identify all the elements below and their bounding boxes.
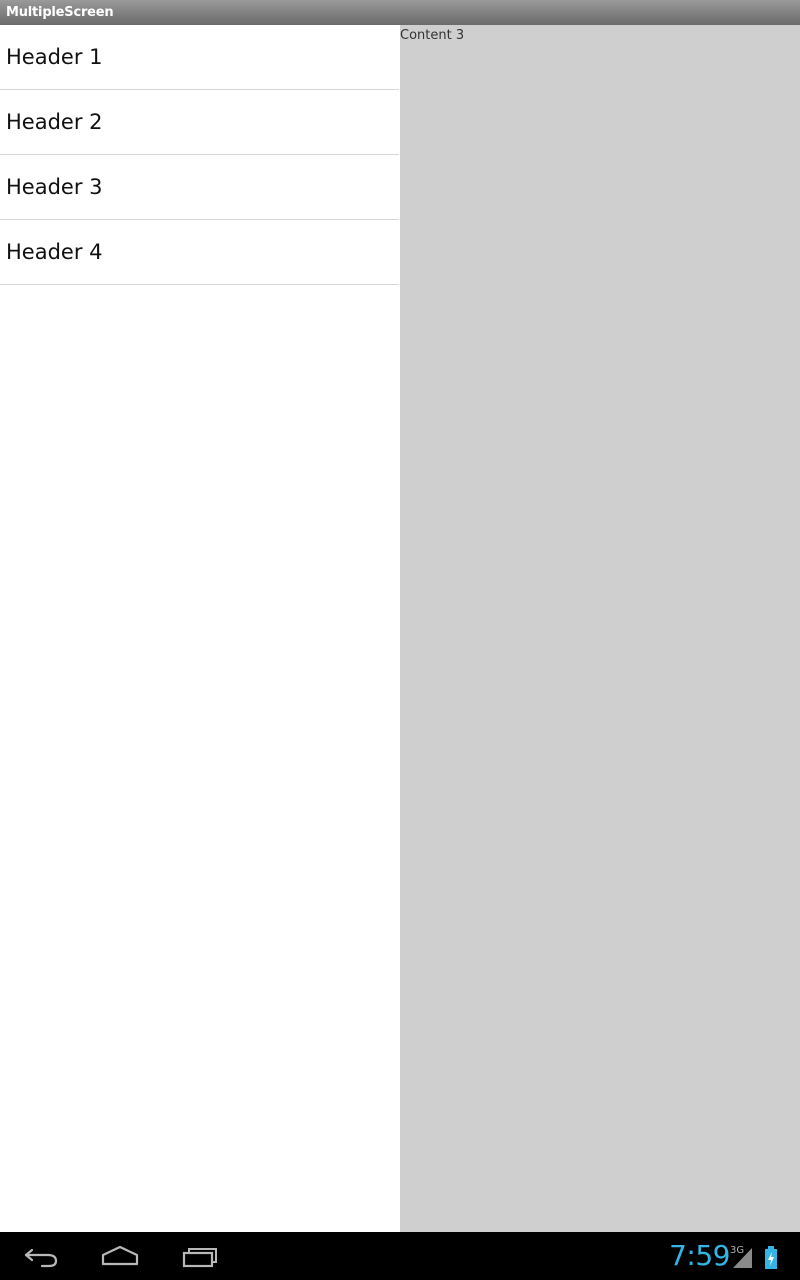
system-navigation-bar: 7:59 3G (0, 1232, 800, 1280)
header-list: Header 1 Header 2 Header 3 Header 4 (0, 25, 400, 1232)
main-content: Header 1 Header 2 Header 3 Header 4 Cont… (0, 25, 800, 1232)
list-item-label: Header 1 (6, 45, 103, 69)
list-item-label: Header 2 (6, 110, 103, 134)
recent-apps-button[interactable] (178, 1240, 226, 1272)
status-icons: 3G (730, 1242, 790, 1272)
detail-content-text: Content 3 (400, 28, 465, 43)
home-button[interactable] (96, 1240, 144, 1272)
list-item-label: Header 3 (6, 175, 103, 199)
list-item-header-2[interactable]: Header 2 (0, 90, 399, 155)
home-icon (96, 1240, 144, 1272)
list-item-header-1[interactable]: Header 1 (0, 25, 399, 90)
list-item-label: Header 4 (6, 240, 103, 264)
back-icon (16, 1240, 64, 1272)
network-type-label: 3G (730, 1245, 744, 1256)
back-button[interactable] (16, 1240, 64, 1272)
detail-pane: Content 3 (400, 25, 800, 1232)
list-item-header-4[interactable]: Header 4 (0, 220, 399, 285)
list-item-header-3[interactable]: Header 3 (0, 155, 399, 220)
status-clock: 7:59 (669, 1239, 730, 1272)
title-bar: MultipleScreen (0, 0, 800, 25)
recent-apps-icon (178, 1240, 226, 1272)
app-title: MultipleScreen (6, 5, 114, 20)
